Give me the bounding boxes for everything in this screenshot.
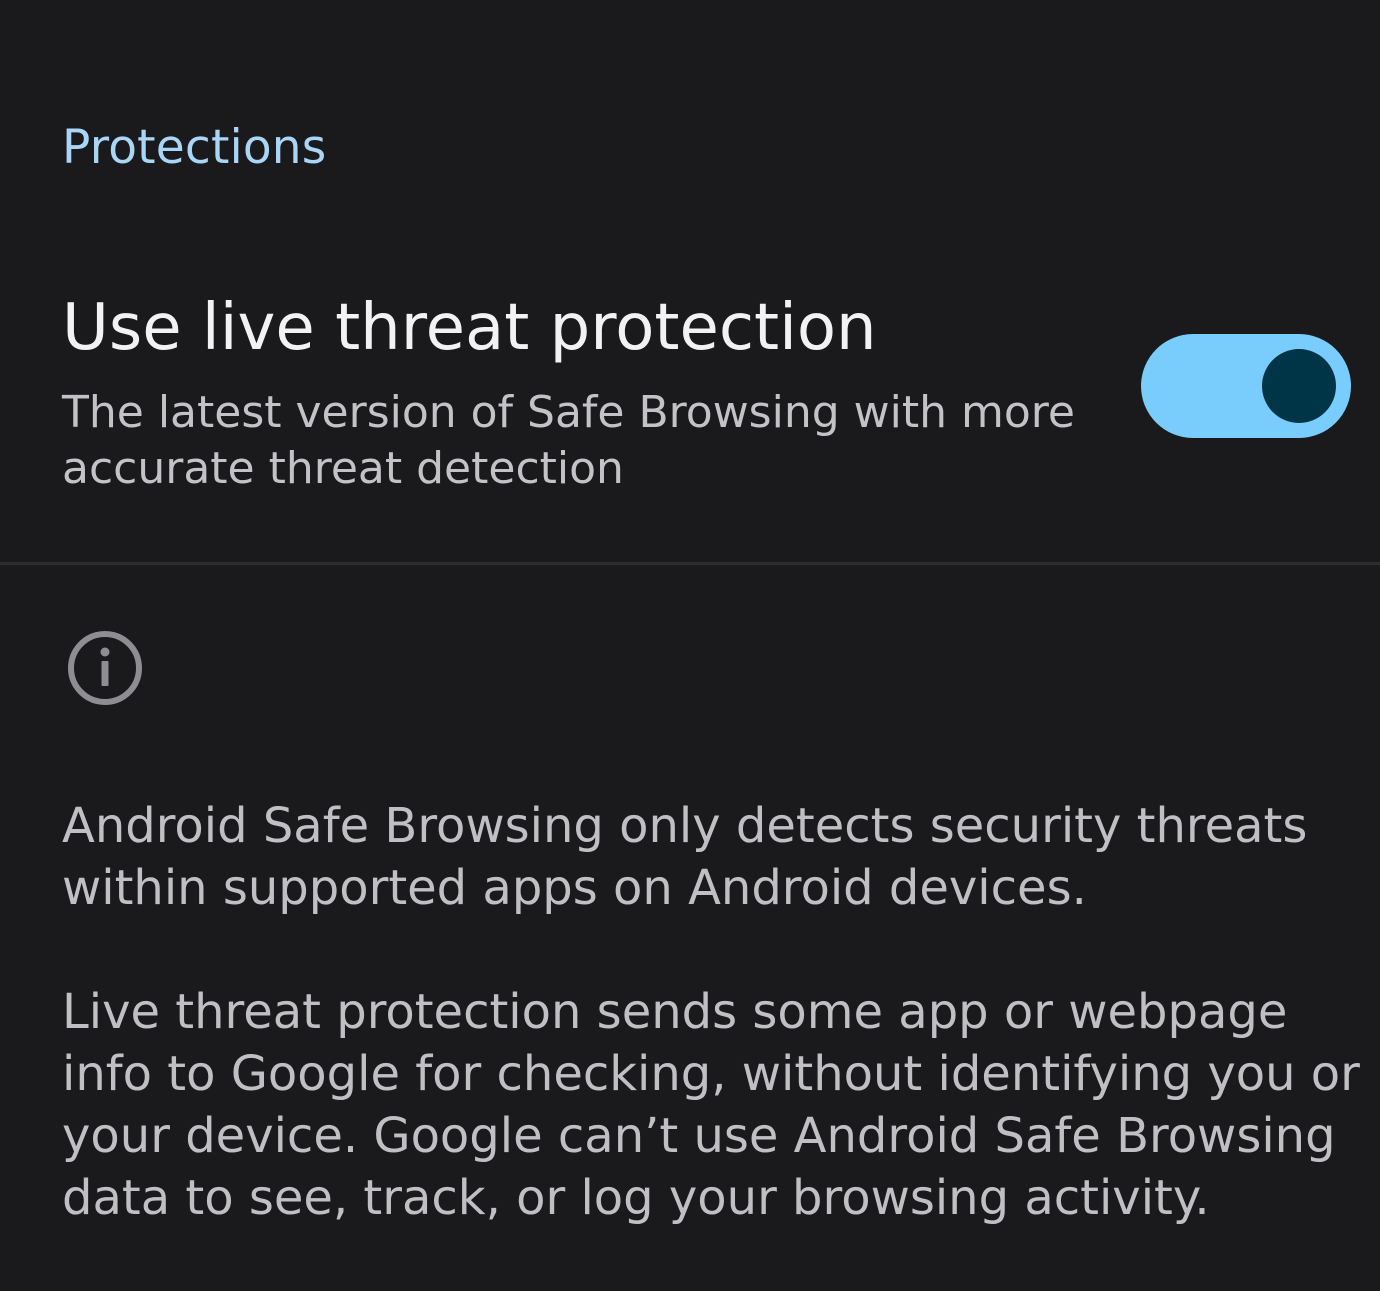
section-header-protections: Protections xyxy=(62,120,327,175)
info-icon xyxy=(68,631,142,705)
toggle-thumb xyxy=(1262,349,1336,423)
footer-paragraph-1: Android Safe Browsing only detects secur… xyxy=(62,798,1308,916)
live-threat-protection-toggle[interactable] xyxy=(1141,334,1351,438)
live-threat-protection-setting[interactable]: Use live threat protection The latest ve… xyxy=(0,270,1380,560)
footer-text: Android Safe Browsing only detects secur… xyxy=(62,795,1362,1291)
footer-paragraph-2: Live threat protection sends some app or… xyxy=(62,984,1360,1226)
divider xyxy=(0,562,1380,565)
setting-summary: The latest version of Safe Browsing with… xyxy=(62,387,1075,494)
setting-title: Use live threat protection xyxy=(62,291,877,365)
